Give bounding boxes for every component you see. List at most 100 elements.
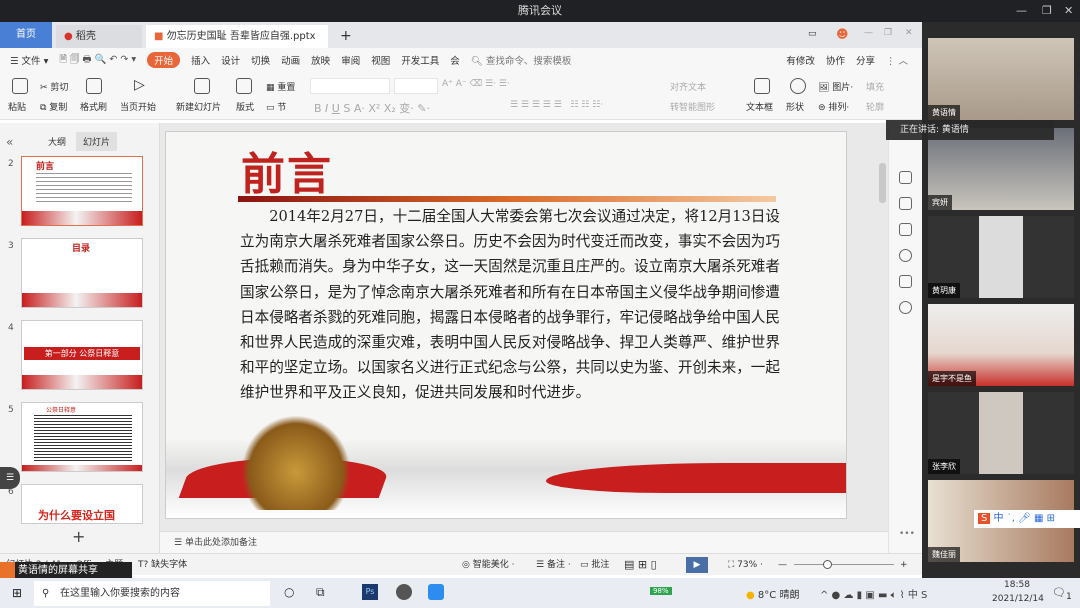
collapse-ribbon-icon[interactable]: ⋮ ︿ — [886, 53, 922, 67]
paragraph-align-buttons[interactable]: ☰ ☰ ☰ ☰ ☰ ☷ ☷ ☷· — [510, 100, 603, 110]
view-mode-buttons[interactable]: ▤ ⊞ ▯ — [624, 554, 657, 576]
picture-button[interactable]: 🖼︎ 图片· — [818, 80, 853, 93]
menu-slideshow[interactable]: 放映 — [311, 53, 330, 67]
participant-video[interactable]: 黄语情 — [928, 38, 1074, 120]
collapse-panel-icon[interactable]: « — [6, 135, 13, 149]
taskbar-search[interactable]: ⚲ 在这里输入你要搜索的内容 — [34, 581, 270, 606]
tencent-meeting-icon[interactable] — [428, 584, 444, 600]
slide-body-text[interactable]: 2014年2月27日，十二届全国人大常委会第七次会议通过决定，将12月13日设立… — [240, 204, 780, 406]
beautify-button[interactable]: ◎ 智能美化 · — [462, 554, 514, 576]
format-painter-icon[interactable] — [86, 78, 102, 97]
panel-menu-icon[interactable]: ☰ — [0, 467, 20, 489]
copy-button[interactable]: ⧉ 复制 — [40, 100, 67, 113]
close-button[interactable]: ✕ — [1064, 0, 1073, 22]
notes-area[interactable]: ☰ 单击此处添加备注 — [160, 531, 888, 553]
notes-button[interactable]: ☰ 备注 · — [536, 554, 571, 576]
font-size-select[interactable] — [394, 78, 438, 94]
zoom-in-button[interactable]: + — [900, 554, 908, 576]
has-changes-button[interactable]: 有修改 — [786, 53, 815, 67]
cut-button[interactable]: ✂ 剪切 — [40, 80, 68, 93]
wps-minimize-button[interactable]: — — [864, 28, 873, 38]
menu-review[interactable]: 审阅 — [341, 53, 360, 67]
zoom-level[interactable]: ⛶ 73% · — [728, 554, 763, 576]
weather[interactable]: ● 8°C 晴朗 — [746, 586, 799, 601]
tab-outline[interactable]: 大纲 — [48, 135, 66, 148]
quick-access-icons[interactable]: 🗎 🗐 🖶 🔍 ↶ ↷ ▾ — [59, 52, 136, 68]
font-format-buttons[interactable]: B I U S A· X² X₂ 变· ✎· — [314, 100, 430, 116]
avatar[interactable]: ☻ — [836, 27, 849, 41]
more-icon[interactable]: ••• — [899, 529, 915, 539]
menu-file[interactable]: ☰ 文件 ▾ — [10, 53, 48, 67]
paste-button[interactable]: 粘贴 — [8, 100, 26, 113]
new-tab-button[interactable]: + — [332, 25, 352, 48]
wps-restore-button[interactable]: ❐ — [884, 28, 892, 38]
missing-font-button[interactable]: T? 缺失字体 — [138, 554, 187, 576]
task-view-icon[interactable]: ⧉ — [316, 585, 325, 600]
tab-slides[interactable]: 幻灯片 — [76, 132, 118, 151]
system-tray-icons[interactable]: ^ ● ☁ ▮ ▣ ▬ 🔈︎ ⌇ 中 S — [820, 586, 927, 601]
animation-icon[interactable] — [899, 275, 912, 288]
zoom-out-button[interactable]: — — [778, 554, 787, 576]
font-grow-shrink-buttons[interactable]: A⁺ A⁻ ⌫ ☰· ☰· — [442, 79, 510, 89]
new-slide-icon[interactable] — [194, 78, 210, 97]
shape-button[interactable]: 形状 — [786, 100, 804, 113]
location-icon[interactable] — [899, 301, 912, 314]
slide-thumbnail[interactable]: 前言 — [21, 156, 143, 226]
command-search[interactable]: 🔍︎ 查找命令、搜索模板 — [471, 53, 572, 67]
pin-icon[interactable] — [899, 197, 912, 210]
fill-button[interactable]: 填充 — [866, 80, 884, 93]
photoshop-icon[interactable]: Ps — [362, 584, 378, 600]
smart-shape-button[interactable]: 转智能图形 — [670, 100, 715, 113]
vertical-scrollbar[interactable] — [879, 163, 886, 203]
paste-icon[interactable] — [12, 78, 28, 97]
play-slideshow-button[interactable]: ▶ — [686, 557, 708, 573]
slide-title[interactable]: 前言 — [241, 138, 333, 202]
tab-home[interactable]: 首页 — [0, 22, 52, 48]
share-button[interactable]: 分享 — [856, 53, 875, 67]
window-count-icon[interactable]: ▭ — [808, 29, 817, 39]
windows-start-icon[interactable]: ⊞ — [12, 586, 22, 600]
layout-button[interactable]: 版式 — [236, 100, 254, 113]
arrange-button[interactable]: ⊜ 排列· — [818, 100, 849, 113]
menu-view[interactable]: 视图 — [371, 53, 390, 67]
minimize-button[interactable]: — — [1016, 0, 1027, 22]
menu-developer[interactable]: 开发工具 — [401, 53, 439, 67]
menu-insert[interactable]: 插入 — [191, 53, 210, 67]
slide-thumbnail[interactable]: 公祭日释意 — [21, 402, 143, 472]
reset-button[interactable]: ▦ 重置 — [266, 80, 295, 93]
play-from-current-button[interactable]: 当页开始 — [120, 100, 156, 113]
slide[interactable]: 前言 2014年2月27日，十二届全国人大常委会第七次会议通过决定，将12月13… — [165, 131, 847, 519]
app-icon[interactable] — [396, 584, 412, 600]
participant-video[interactable]: 黄玥康 — [928, 216, 1074, 298]
tab-document[interactable]: ■ 勿忘历史国耻 吾辈皆应自强.pptx ● — [146, 25, 328, 65]
comment-button[interactable]: ▭ 批注 — [580, 554, 609, 576]
new-slide-button[interactable]: 新建幻灯片 — [176, 100, 221, 113]
font-name-select[interactable] — [310, 78, 390, 94]
slide-thumbnail[interactable]: 第一部分 公祭日释意 — [21, 320, 143, 390]
battery-indicator[interactable]: 98% — [650, 587, 672, 595]
collaborate-button[interactable]: 协作 — [826, 53, 845, 67]
textbox-icon[interactable] — [754, 78, 770, 97]
participant-video[interactable]: 是宇不是鱼 — [928, 304, 1074, 386]
clock-time[interactable]: 18:58 — [1004, 580, 1030, 590]
wps-close-button[interactable]: ✕ — [905, 28, 913, 38]
copy-format-icon[interactable] — [899, 223, 912, 236]
participant-video[interactable]: 张李欣 — [928, 392, 1074, 474]
menu-transition[interactable]: 切换 — [251, 53, 270, 67]
add-slide-button[interactable]: + — [72, 527, 85, 546]
ime-toolbar[interactable]: S 中 ˙, 🎤︎ ▦ ⊞ — [974, 510, 1080, 528]
outline-button[interactable]: 轮廓 — [866, 100, 884, 113]
menu-design[interactable]: 设计 — [221, 53, 240, 67]
properties-icon[interactable] — [899, 171, 912, 184]
maximize-button[interactable]: ❐ — [1042, 0, 1052, 22]
menu-animation[interactable]: 动画 — [281, 53, 300, 67]
tab-docer[interactable]: ● 稻壳 — [56, 25, 142, 48]
menu-start[interactable]: 开始 — [147, 52, 181, 68]
zoom-slider-handle[interactable] — [823, 560, 833, 569]
notification-icon[interactable]: 🗨︎1 — [1052, 586, 1072, 602]
menu-more[interactable]: 会 — [450, 53, 460, 67]
shape-icon[interactable] — [790, 78, 806, 97]
align-text-button[interactable]: 对齐文本 — [670, 80, 706, 93]
help-icon[interactable] — [899, 249, 912, 262]
clock-date[interactable]: 2021/12/14 — [992, 594, 1044, 604]
